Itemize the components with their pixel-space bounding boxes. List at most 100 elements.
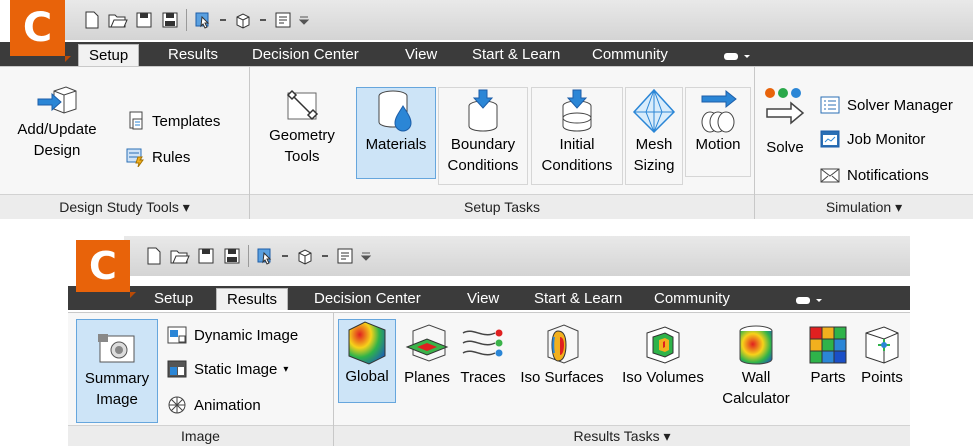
iso-surfaces-button[interactable]: Iso Surfaces	[512, 323, 612, 407]
panel-design-study-tools: Add/Update Design Templates Rules Design…	[0, 67, 250, 219]
select-icon[interactable]	[193, 10, 213, 30]
save-as-icon[interactable]	[160, 10, 180, 30]
materials-button[interactable]: Materials	[356, 87, 436, 179]
solver-manager-label: Solver Manager	[847, 96, 953, 114]
chevron-down-icon[interactable]: ▾	[283, 364, 288, 375]
tab-start-learn[interactable]: Start & Learn	[472, 44, 560, 66]
solver-manager-button[interactable]: Solver Manager	[819, 95, 953, 115]
solve-icon	[765, 88, 805, 125]
conditions-label: Conditions	[447, 157, 519, 174]
add-update-design-button[interactable]: Add/Update Design	[2, 85, 112, 163]
dynamic-image-label: Dynamic Image	[194, 326, 299, 344]
tab-view[interactable]: View	[467, 288, 499, 310]
tab-decision-center[interactable]: Decision Center	[314, 288, 421, 310]
chevron-down-icon[interactable]	[219, 10, 227, 30]
global-label: Global	[345, 368, 389, 385]
parts-button[interactable]: Parts	[802, 323, 854, 407]
mesh-label: Mesh	[635, 136, 673, 153]
boundary-conditions-button[interactable]: Boundary Conditions	[438, 87, 528, 185]
notifications-button[interactable]: Notifications	[819, 165, 929, 185]
app-logo[interactable]: C	[76, 240, 136, 298]
chevron-down-icon[interactable]	[259, 10, 267, 30]
cube-icon[interactable]	[295, 246, 315, 266]
tab-setup[interactable]: Setup	[154, 288, 193, 310]
chevron-down-icon[interactable]	[281, 246, 289, 266]
cloud-icon[interactable]	[794, 288, 824, 310]
panel-title-results-tasks[interactable]: Results Tasks ▾	[334, 425, 910, 446]
customize-icon[interactable]	[361, 246, 371, 266]
properties-icon[interactable]	[273, 10, 293, 30]
summary-label: Summary	[84, 370, 150, 387]
static-image-button[interactable]: Static Image ▾	[166, 359, 288, 379]
materials-icon	[378, 90, 412, 132]
wrench-icon	[286, 89, 319, 121]
panel-image: Summary Image Dynamic Image Static Image…	[68, 313, 334, 446]
job-monitor-button[interactable]: Job Monitor	[819, 129, 925, 149]
save-icon[interactable]	[134, 10, 154, 30]
global-button[interactable]: Global	[338, 319, 396, 403]
rules-button[interactable]: Rules	[126, 147, 190, 167]
ribbon-tab-bar: Setup Results Decision Center View Start…	[0, 42, 973, 66]
motion-label: Motion	[695, 136, 741, 153]
motion-icon	[701, 89, 737, 133]
iso-volumes-button[interactable]: Iso Volumes	[614, 323, 712, 407]
initial-conditions-icon	[562, 89, 592, 132]
geometry-label: Geometry	[269, 127, 335, 144]
ribbon-panels: Summary Image Dynamic Image Static Image…	[68, 312, 910, 446]
open-folder-icon[interactable]	[108, 10, 128, 30]
motion-button[interactable]: Motion	[685, 87, 751, 177]
initial-conditions-button[interactable]: Initial Conditions	[531, 87, 623, 185]
global-results-icon	[348, 321, 386, 365]
tab-setup[interactable]: Setup	[78, 44, 140, 66]
planes-button[interactable]: Planes	[400, 323, 454, 407]
traces-button[interactable]: Traces	[456, 323, 510, 407]
tab-results[interactable]: Results	[168, 44, 218, 66]
animation-button[interactable]: Animation	[166, 395, 261, 415]
save-as-icon[interactable]	[222, 246, 242, 266]
chevron-down-icon[interactable]	[321, 246, 329, 266]
templates-icon	[129, 111, 143, 130]
save-icon[interactable]	[196, 246, 216, 266]
tab-community[interactable]: Community	[592, 44, 668, 66]
animation-label: Animation	[194, 396, 261, 414]
customize-icon[interactable]	[299, 10, 309, 30]
panel-setup-tasks: Geometry Tools Materials Boundary Condit…	[250, 67, 755, 219]
mesh-sizing-button[interactable]: Mesh Sizing	[625, 87, 683, 185]
tab-community[interactable]: Community	[654, 288, 730, 310]
wall-label: Wall	[741, 369, 771, 386]
tab-decision-center[interactable]: Decision Center	[252, 44, 359, 66]
parts-icon	[809, 326, 847, 364]
tab-view[interactable]: View	[405, 44, 437, 66]
summary-image-button[interactable]: Summary Image	[76, 319, 158, 423]
app-logo[interactable]: C	[10, 0, 71, 62]
select-icon[interactable]	[255, 246, 275, 266]
boundary-conditions-icon	[468, 89, 498, 132]
toolbar-separator	[248, 245, 249, 267]
open-folder-icon[interactable]	[170, 246, 190, 266]
dynamic-image-icon	[167, 326, 187, 344]
wall-calculator-button[interactable]: Wall Calculator	[714, 323, 798, 423]
add-update-label: Add/Update	[17, 121, 97, 138]
new-file-icon[interactable]	[82, 10, 102, 30]
templates-button[interactable]: Templates	[126, 111, 220, 131]
panel-title-design-study-tools[interactable]: Design Study Tools ▾	[0, 194, 249, 219]
design-label: Design	[33, 142, 81, 159]
sizing-label: Sizing	[633, 157, 675, 174]
iso-volumes-icon	[646, 326, 680, 364]
panel-title-simulation[interactable]: Simulation ▾	[755, 194, 973, 219]
tab-results[interactable]: Results	[216, 288, 289, 310]
cloud-icon[interactable]	[722, 44, 752, 66]
tab-start-learn[interactable]: Start & Learn	[534, 288, 622, 310]
cube-icon[interactable]	[233, 10, 253, 30]
properties-icon[interactable]	[335, 246, 355, 266]
dynamic-image-button[interactable]: Dynamic Image	[166, 325, 298, 345]
camera-icon	[98, 334, 135, 363]
solve-button[interactable]: Solve	[759, 85, 811, 175]
new-file-icon[interactable]	[144, 246, 164, 266]
points-button[interactable]: Points	[856, 323, 908, 407]
mesh-sizing-icon	[632, 88, 676, 134]
add-design-icon	[37, 86, 77, 114]
traces-label: Traces	[460, 369, 506, 386]
materials-label: Materials	[365, 136, 427, 153]
geometry-tools-button[interactable]: Geometry Tools	[254, 85, 350, 193]
